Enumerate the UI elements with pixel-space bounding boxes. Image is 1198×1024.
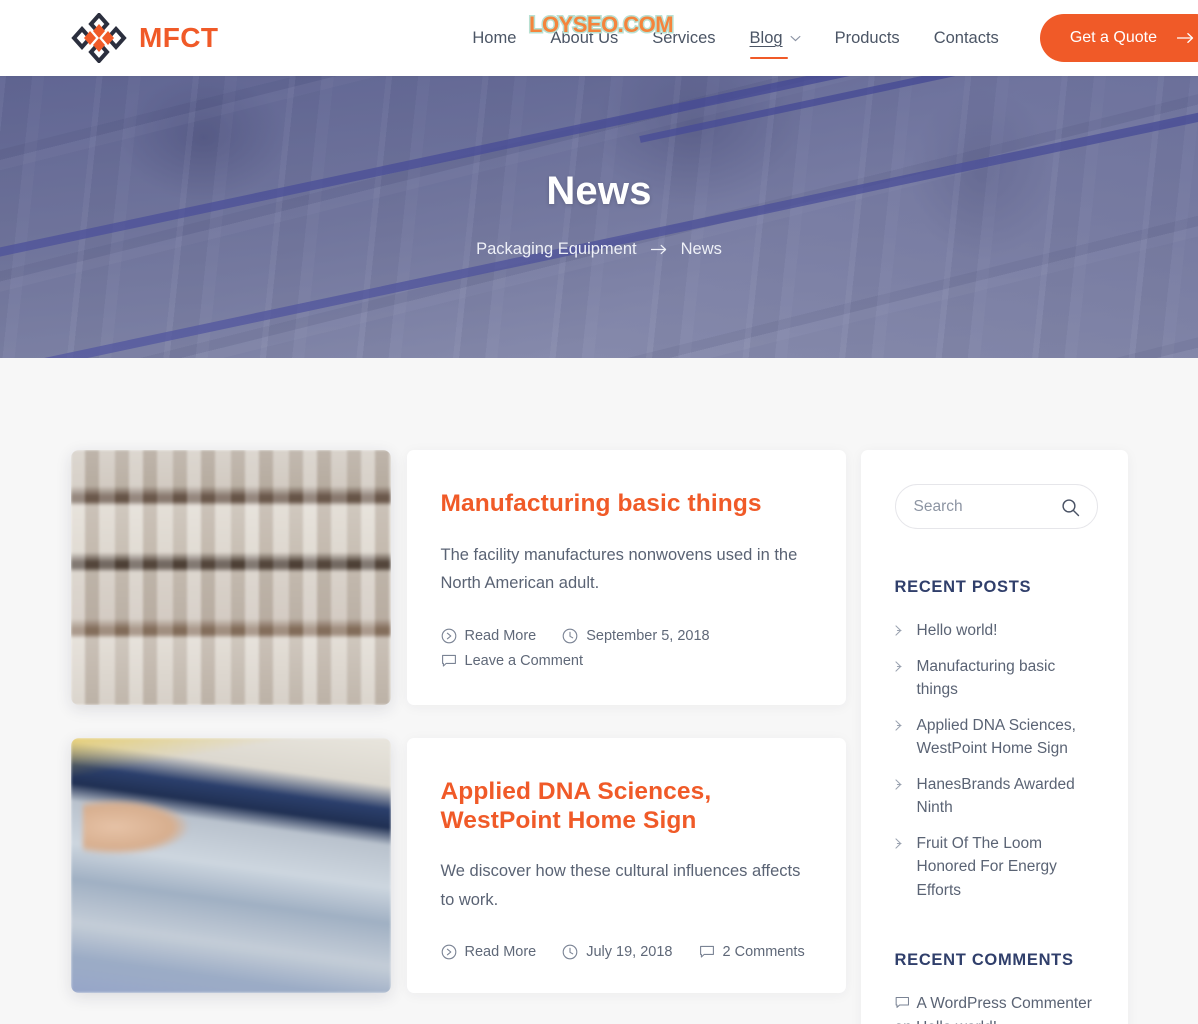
content-wrapper: Manufacturing basic things The facility … — [70, 450, 1128, 1024]
play-circle-icon — [441, 945, 456, 960]
post-card: Manufacturing basic things The facility … — [70, 450, 846, 705]
list-item-label: HanesBrands Awarded Ninth — [916, 775, 1075, 817]
recent-comments-title: RECENT COMMENTS — [894, 951, 1074, 970]
recent-posts-list: Hello world! Manufacturing basic things … — [894, 619, 1098, 903]
hero-banner: News Packaging Equipment News — [0, 76, 1198, 358]
post-thumbnail[interactable] — [70, 738, 391, 993]
search-box[interactable] — [894, 484, 1098, 529]
nav-item-blog[interactable]: Blog — [733, 28, 818, 60]
list-item-label: Applied DNA Sciences, WestPoint Home Sig… — [916, 716, 1076, 758]
posts-column: Manufacturing basic things The facility … — [70, 450, 846, 993]
search-icon[interactable] — [1061, 498, 1080, 517]
post-card: Applied DNA Sciences, WestPoint Home Sig… — [70, 738, 846, 993]
clock-icon — [562, 945, 578, 960]
post-body: Applied DNA Sciences, WestPoint Home Sig… — [406, 738, 846, 993]
comment-post-link[interactable]: Hello world! — [916, 1019, 997, 1024]
nav-item-products[interactable]: Products — [818, 30, 917, 47]
list-item-label: Hello world! — [916, 622, 998, 639]
nav-item-blog-label: Blog — [749, 28, 783, 47]
nav-active-indicator — [749, 56, 788, 60]
comment-connector: on — [895, 1019, 912, 1024]
chevron-right-icon — [894, 779, 902, 790]
post-thumbnail[interactable] — [70, 450, 391, 705]
post-title[interactable]: Manufacturing basic things — [441, 490, 812, 519]
list-item-label: Manufacturing basic things — [916, 657, 1056, 699]
chevron-right-icon — [894, 838, 902, 849]
read-more-link[interactable]: Read More — [441, 944, 537, 961]
post-meta: Read More September 5, 2018 Leave a Comm… — [441, 628, 812, 669]
textile-spools-photo — [70, 450, 391, 705]
nav-item-services[interactable]: Services — [635, 30, 732, 47]
sidebar: RECENT POSTS Hello world! Manufacturing … — [860, 450, 1128, 1024]
nav-item-contacts[interactable]: Contacts — [917, 30, 1016, 47]
comment-bubble-icon — [895, 997, 909, 1009]
hero-content: News Packaging Equipment News — [0, 76, 1198, 358]
breadcrumb: Packaging Equipment News — [476, 240, 722, 259]
post-comments-link[interactable]: Leave a Comment — [441, 653, 583, 669]
nav-item-about-us[interactable]: About Us — [533, 30, 635, 47]
nav-item-home[interactable]: Home — [455, 30, 533, 47]
metal-press-brake-photo — [70, 738, 391, 993]
get-a-quote-button[interactable]: Get a Quote — [1039, 14, 1198, 62]
comment-bubble-icon — [699, 946, 714, 958]
clock-icon — [562, 628, 578, 644]
play-circle-icon — [441, 628, 456, 644]
comment-author[interactable]: A WordPress Commenter — [917, 995, 1092, 1012]
breadcrumb-current: News — [680, 240, 722, 258]
post-body: Manufacturing basic things The facility … — [406, 450, 846, 705]
comment-bubble-icon — [441, 654, 456, 667]
post-title[interactable]: Applied DNA Sciences, WestPoint Home Sig… — [441, 778, 812, 835]
list-item[interactable]: Hello world! — [894, 619, 1098, 643]
post-date-label: September 5, 2018 — [586, 627, 710, 644]
recent-comment-item: A WordPress Commenter on Hello world! — [895, 992, 1098, 1024]
post-date: July 19, 2018 — [562, 944, 673, 961]
chevron-down-icon — [790, 35, 801, 41]
read-more-link[interactable]: Read More — [441, 627, 537, 644]
list-item[interactable]: Applied DNA Sciences, WestPoint Home Sig… — [894, 714, 1098, 761]
post-comments-label: 2 Comments — [722, 944, 805, 961]
recent-posts-title: RECENT POSTS — [894, 578, 1032, 596]
chevron-right-icon — [894, 625, 902, 636]
list-item-label: Fruit Of The Loom Honored For Energy Eff… — [916, 834, 1057, 899]
list-item[interactable]: Manufacturing basic things — [894, 655, 1098, 702]
main-navigation: Home About Us Services Blog Products Con… — [455, 14, 1198, 62]
breadcrumb-parent-link[interactable]: Packaging Equipment — [476, 240, 637, 259]
post-excerpt: We discover how these cultural influence… — [440, 862, 801, 909]
chevron-right-icon — [894, 660, 902, 672]
diamond-compass-logo-icon — [71, 13, 127, 63]
post-comments-link[interactable]: 2 Comments — [699, 944, 805, 960]
read-more-label: Read More — [464, 944, 537, 961]
list-item[interactable]: HanesBrands Awarded Ninth — [894, 773, 1098, 820]
site-header: MFCT Home About Us Services Blog Product… — [0, 0, 1198, 76]
post-date-label: July 19, 2018 — [586, 944, 673, 961]
search-input[interactable] — [913, 497, 1074, 516]
page-title: News — [546, 169, 652, 213]
post-date: September 5, 2018 — [562, 627, 710, 644]
chevron-right-icon — [894, 720, 902, 731]
post-meta: Read More July 19, 2018 2 Comments — [441, 944, 812, 960]
brand-logo-link[interactable]: MFCT — [70, 13, 218, 63]
arrow-right-icon — [650, 244, 666, 255]
list-item[interactable]: Fruit Of The Loom Honored For Energy Eff… — [894, 832, 1098, 903]
post-comments-label: Leave a Comment — [464, 652, 583, 669]
post-excerpt: The facility manufactures nonwovens used… — [440, 545, 798, 593]
brand-name: MFCT — [139, 22, 219, 53]
get-a-quote-label: Get a Quote — [1069, 29, 1157, 46]
page-body: Manufacturing basic things The facility … — [0, 358, 1198, 1024]
read-more-label: Read More — [464, 627, 537, 644]
arrow-right-icon — [1176, 32, 1194, 44]
